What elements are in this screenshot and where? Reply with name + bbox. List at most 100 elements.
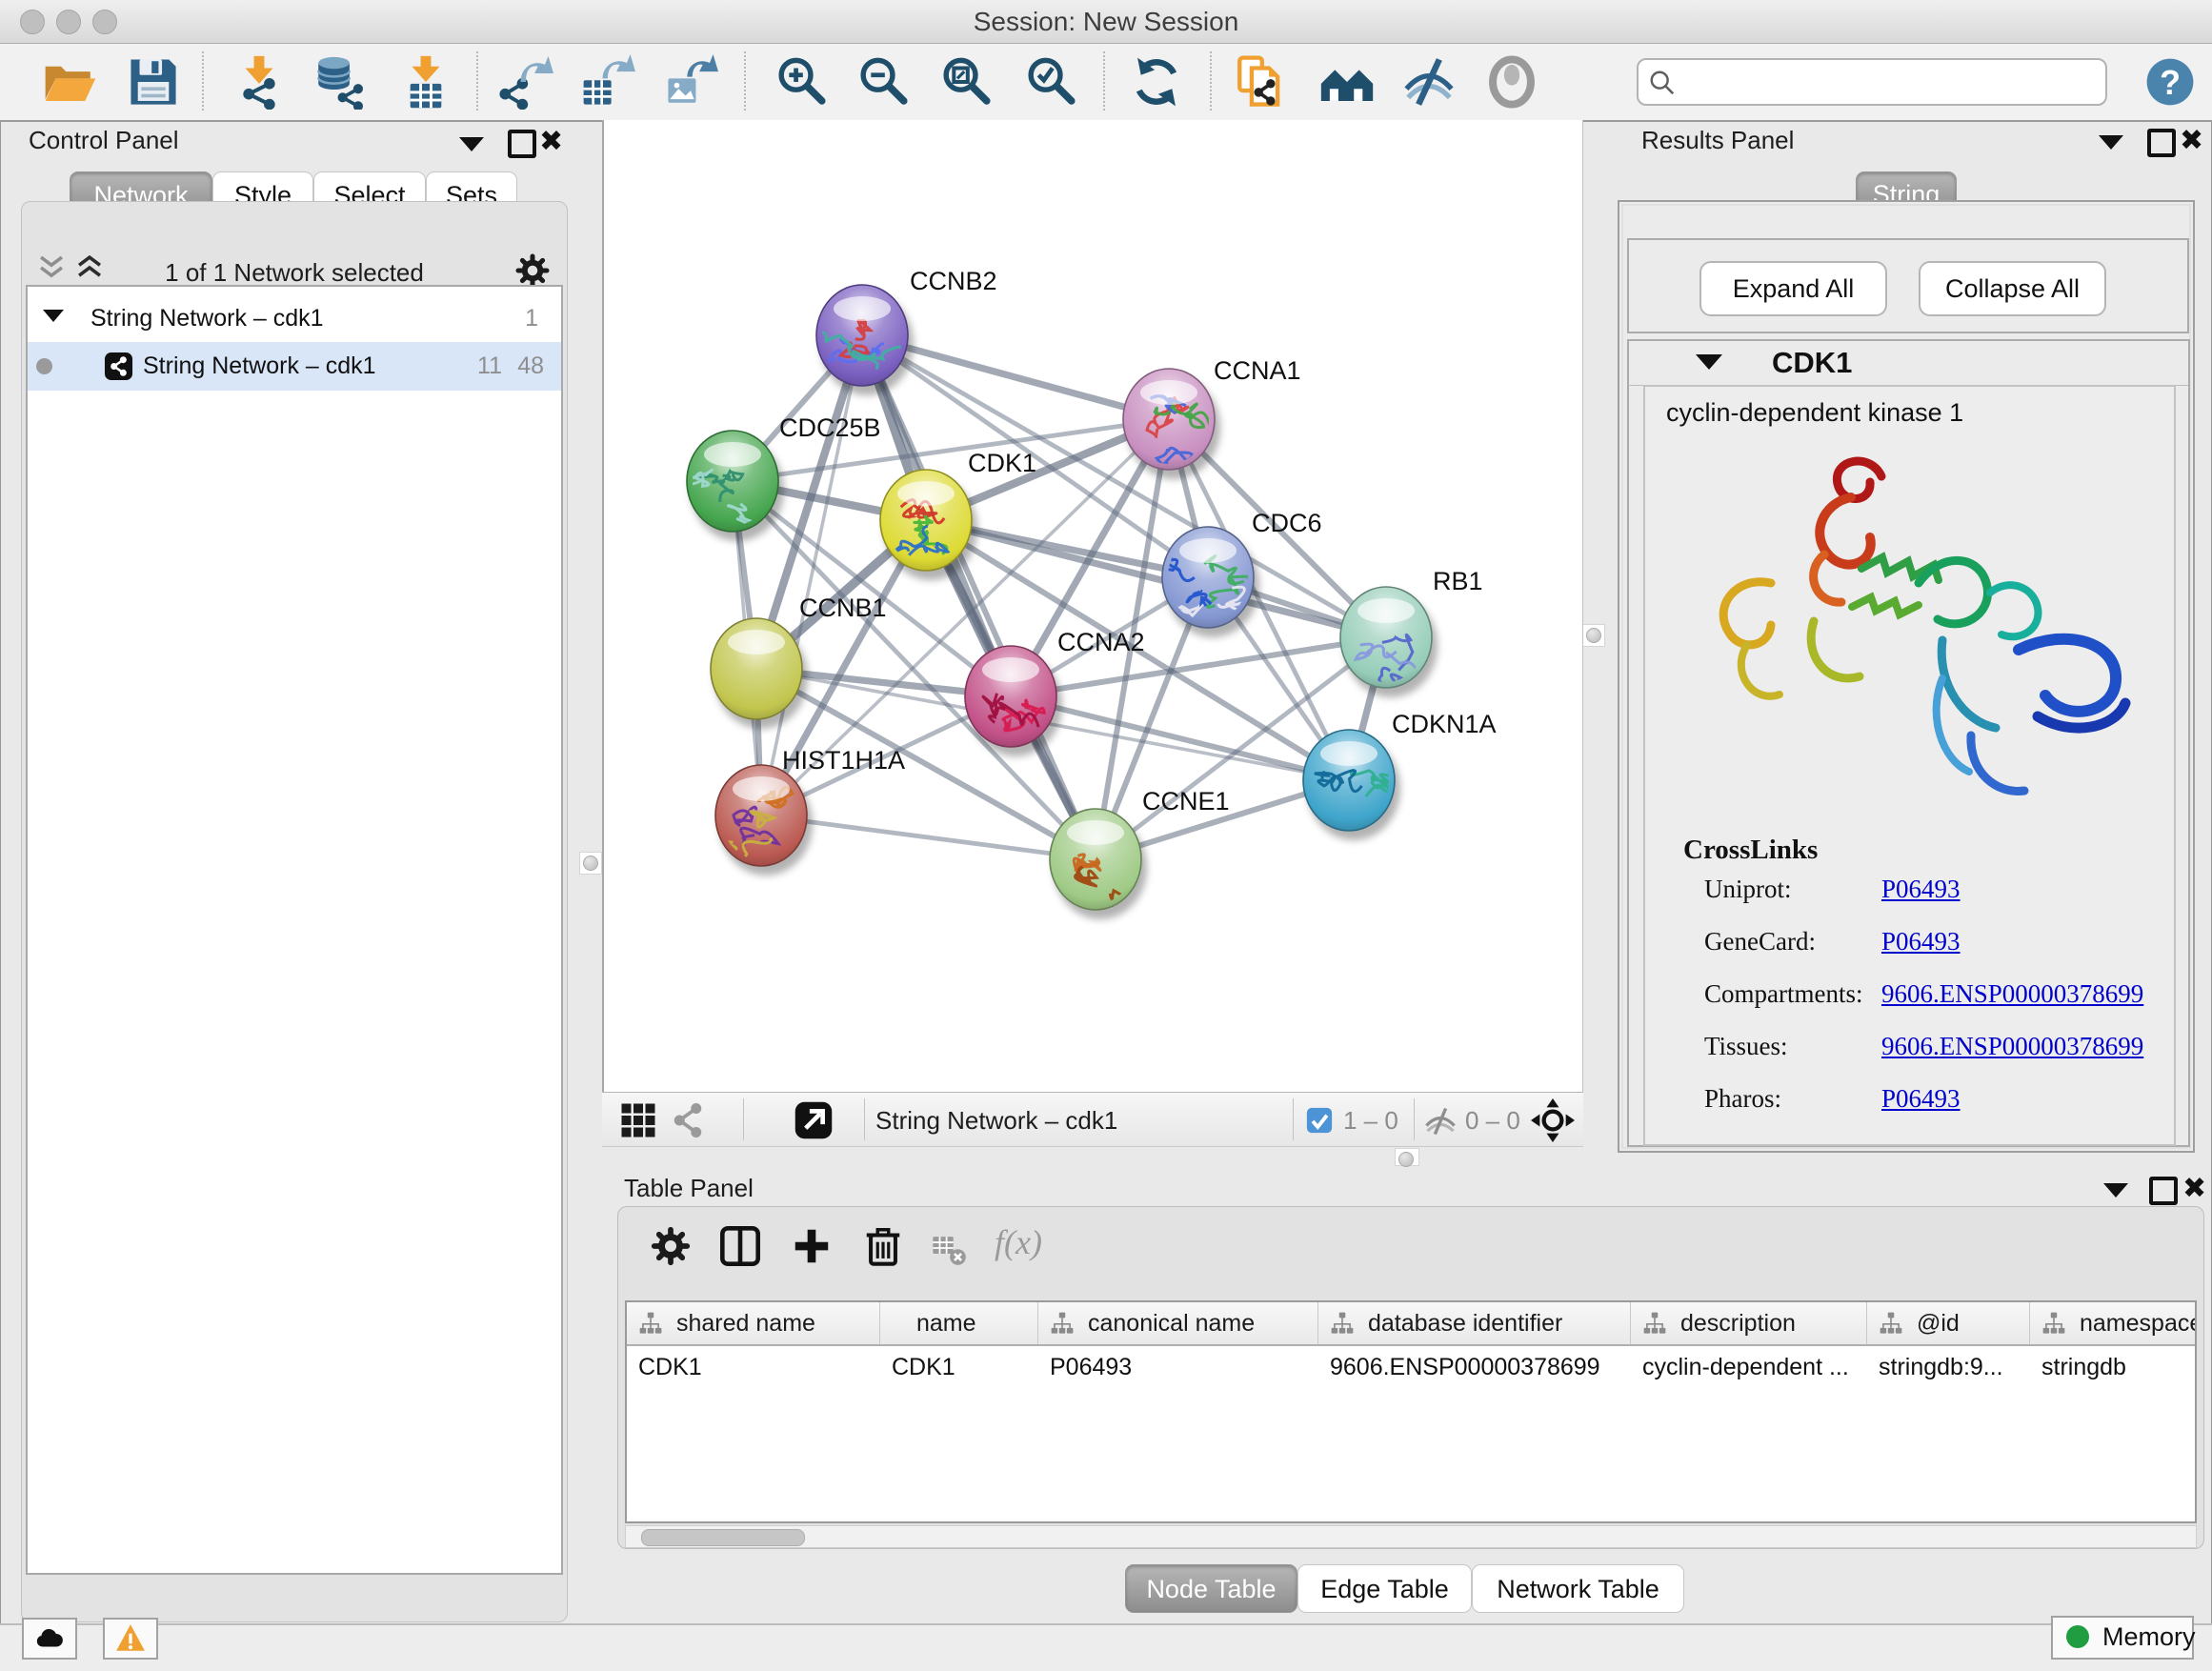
- zoom-fit-icon[interactable]: [938, 54, 994, 110]
- window-title: Session: New Session: [0, 7, 2212, 37]
- network-node-ccna1[interactable]: [1123, 369, 1222, 479]
- network-node-ccne1[interactable]: [1050, 809, 1147, 919]
- column-header[interactable]: database identifier: [1318, 1302, 1631, 1344]
- left-splitter-handle[interactable]: [579, 852, 602, 875]
- warning-button[interactable]: [103, 1618, 158, 1660]
- node-label: CDC6: [1252, 509, 1322, 537]
- table-panel-maximize-icon[interactable]: [2149, 1177, 2178, 1205]
- crosslink-label: Compartments:: [1704, 979, 1862, 1009]
- network-node-cdk1[interactable]: [880, 470, 977, 580]
- export-network-icon[interactable]: [498, 54, 553, 110]
- show-all-eye-icon[interactable]: [1484, 54, 1539, 110]
- tab-network-table[interactable]: Network Table: [1472, 1564, 1684, 1613]
- column-header-label: namespace: [2080, 1310, 2197, 1338]
- zoom-selected-icon[interactable]: [1023, 54, 1078, 110]
- network-row-selected[interactable]: String Network – cdk1 11 48: [28, 342, 561, 391]
- table-panel-float-icon[interactable]: [2103, 1183, 2128, 1198]
- gene-collapse-icon[interactable]: [1696, 354, 1722, 370]
- column-header[interactable]: shared name: [627, 1302, 880, 1344]
- new-network-from-selection-icon[interactable]: [1233, 54, 1288, 110]
- column-header-label: @id: [1917, 1310, 1960, 1338]
- column-header[interactable]: canonical name: [1038, 1302, 1318, 1344]
- network-node-ccnb2[interactable]: [813, 285, 914, 395]
- network-graph[interactable]: CCNB2CCNA1CDC25BCDK1CDC6RB1CCNB1CCNA2CDK…: [604, 120, 1582, 1090]
- add-column-icon[interactable]: [790, 1224, 834, 1268]
- import-table-icon[interactable]: [398, 54, 453, 110]
- selected-checkbox-icon[interactable]: [1306, 1107, 1333, 1134]
- node-label: CCNB2: [910, 267, 997, 295]
- crosslink-value-link[interactable]: P06493: [1881, 875, 1961, 904]
- collapse-all-button[interactable]: Collapse All: [1919, 261, 2106, 316]
- open-in-window-icon[interactable]: [793, 1099, 835, 1141]
- control-panel-maximize-icon[interactable]: [508, 130, 536, 158]
- table-cell[interactable]: P06493: [1038, 1346, 1318, 1389]
- refresh-view-icon[interactable]: [1129, 54, 1184, 110]
- search-input[interactable]: [1637, 58, 2107, 106]
- control-panel-float-icon[interactable]: [459, 137, 484, 151]
- save-session-icon[interactable]: [126, 54, 181, 110]
- crosslink-value-link[interactable]: P06493: [1881, 1084, 1961, 1114]
- first-neighbors-icon[interactable]: [1319, 54, 1375, 110]
- column-header[interactable]: namespace: [2030, 1302, 2197, 1344]
- node-table[interactable]: shared namenamecanonical namedatabase id…: [625, 1300, 2197, 1523]
- crosslink-value-link[interactable]: P06493: [1881, 927, 1961, 956]
- results-panel-float-icon[interactable]: [2099, 135, 2123, 150]
- gene-section-header[interactable]: CDK1: [1629, 341, 2188, 386]
- tab-edge-table[interactable]: Edge Table: [1297, 1564, 1472, 1613]
- fit-crosshair-icon[interactable]: [1531, 1098, 1575, 1142]
- export-table-icon[interactable]: [580, 54, 635, 110]
- open-session-icon[interactable]: [42, 54, 97, 110]
- protein-structure-image: [1657, 440, 2164, 821]
- gene-symbol: CDK1: [1772, 346, 1852, 380]
- zoom-out-icon[interactable]: [855, 54, 911, 110]
- share-view-icon[interactable]: [669, 1101, 707, 1139]
- cloud-button[interactable]: [22, 1618, 77, 1660]
- scrollbar-thumb[interactable]: [641, 1529, 805, 1546]
- network-collection-row[interactable]: String Network – cdk1 1: [28, 296, 561, 342]
- table-cell[interactable]: stringdb:9...: [1867, 1346, 2030, 1389]
- tab-node-table[interactable]: Node Table: [1125, 1564, 1297, 1613]
- table-cell[interactable]: CDK1: [627, 1346, 880, 1389]
- node-label: CCNB1: [799, 594, 887, 622]
- results-panel-close-icon[interactable]: ✖: [2180, 127, 2203, 155]
- expand-all-button[interactable]: Expand All: [1699, 261, 1887, 316]
- column-header[interactable]: name: [880, 1302, 1038, 1344]
- hide-selected-eye-icon[interactable]: [1401, 54, 1457, 110]
- table-cell[interactable]: 9606.ENSP00000378699: [1318, 1346, 1631, 1389]
- right-splitter-handle[interactable]: [1582, 624, 1605, 647]
- crosslink-value-link[interactable]: 9606.ENSP00000378699: [1881, 1032, 2143, 1061]
- table-panel-close-icon[interactable]: ✖: [2182, 1175, 2206, 1203]
- column-header[interactable]: description: [1631, 1302, 1867, 1344]
- collection-expander-icon[interactable]: [43, 310, 64, 322]
- control-panel-close-icon[interactable]: ✖: [539, 128, 563, 156]
- network-canvas[interactable]: CCNB2CCNA1CDC25BCDK1CDC6RB1CCNB1CCNA2CDK…: [602, 120, 1583, 1092]
- delete-column-trash-icon[interactable]: [861, 1224, 905, 1268]
- network-node-cdkn1a[interactable]: [1303, 730, 1401, 840]
- network-edge[interactable]: [926, 520, 1386, 637]
- grid-view-icon[interactable]: [619, 1101, 657, 1139]
- export-image-icon[interactable]: [663, 54, 718, 110]
- show-columns-icon[interactable]: [718, 1224, 762, 1268]
- zoom-in-icon[interactable]: [774, 54, 829, 110]
- network-node-rb1[interactable]: [1340, 587, 1454, 697]
- import-network-file-icon[interactable]: [231, 54, 287, 110]
- table-settings-gear-icon[interactable]: [649, 1224, 693, 1268]
- network-node-cdc25b[interactable]: [687, 431, 784, 541]
- table-cell[interactable]: cyclin-dependent ...: [1631, 1346, 1867, 1389]
- column-header[interactable]: @id: [1867, 1302, 2030, 1344]
- import-network-database-icon[interactable]: [312, 54, 367, 110]
- results-panel-maximize-icon[interactable]: [2147, 129, 2176, 157]
- collection-count: 1: [525, 305, 538, 332]
- network-node-cdc6[interactable]: [1159, 527, 1263, 637]
- help-icon[interactable]: ?: [2145, 57, 2195, 107]
- memory-button[interactable]: Memory: [2051, 1616, 2194, 1660]
- table-cell[interactable]: CDK1: [880, 1346, 1038, 1389]
- node-label: CDK1: [968, 449, 1036, 477]
- crosslink-label: Uniprot:: [1704, 875, 1792, 904]
- table-cell[interactable]: stringdb: [2030, 1346, 2197, 1389]
- network-edge[interactable]: [761, 335, 862, 815]
- table-row[interactable]: CDK1CDK1P064939606.ENSP00000378699cyclin…: [627, 1346, 2195, 1389]
- crosslink-value-link[interactable]: 9606.ENSP00000378699: [1881, 979, 2143, 1009]
- table-horizontal-scrollbar[interactable]: [625, 1525, 2197, 1548]
- horizontal-splitter-handle[interactable]: [1395, 1148, 1419, 1166]
